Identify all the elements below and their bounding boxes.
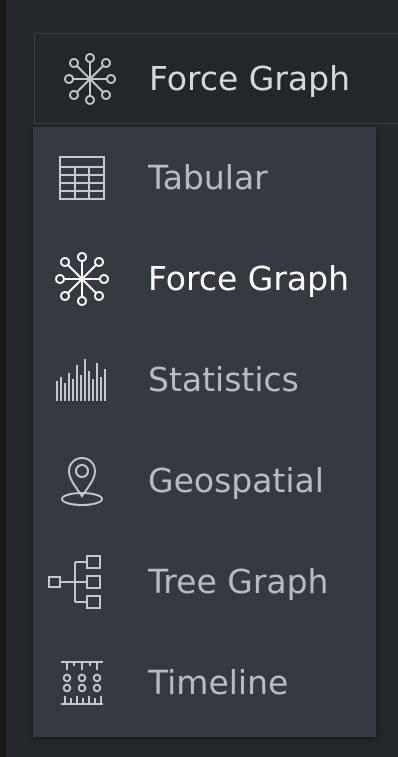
menu-item-timeline[interactable]: Timeline — [33, 632, 376, 733]
force-graph-icon — [63, 52, 117, 106]
menu-item-label: Force Graph — [148, 259, 349, 298]
selector-label: Force Graph — [149, 59, 350, 98]
view-type-selector[interactable]: Force Graph — [34, 33, 398, 124]
menu-item-statistics[interactable]: Statistics — [33, 329, 376, 430]
menu-item-geospatial[interactable]: Geospatial — [33, 430, 376, 531]
force-graph-icon — [53, 250, 111, 308]
menu-item-label: Tabular — [148, 158, 268, 197]
table-icon — [53, 149, 111, 207]
menu-item-label: Timeline — [148, 663, 289, 702]
menu-item-label: Tree Graph — [148, 562, 329, 601]
menu-item-label: Statistics — [148, 360, 299, 399]
menu-item-label: Geospatial — [148, 461, 324, 500]
tree-graph-icon — [47, 553, 105, 611]
timeline-icon — [53, 654, 111, 712]
map-pin-icon — [53, 452, 111, 510]
menu-item-tree-graph[interactable]: Tree Graph — [33, 531, 376, 632]
menu-item-tabular[interactable]: Tabular — [33, 127, 376, 228]
view-type-menu: Tabular Force Graph Statistics Geospatia… — [33, 127, 376, 737]
menu-item-force-graph[interactable]: Force Graph — [33, 228, 376, 329]
statistics-icon — [53, 351, 111, 409]
